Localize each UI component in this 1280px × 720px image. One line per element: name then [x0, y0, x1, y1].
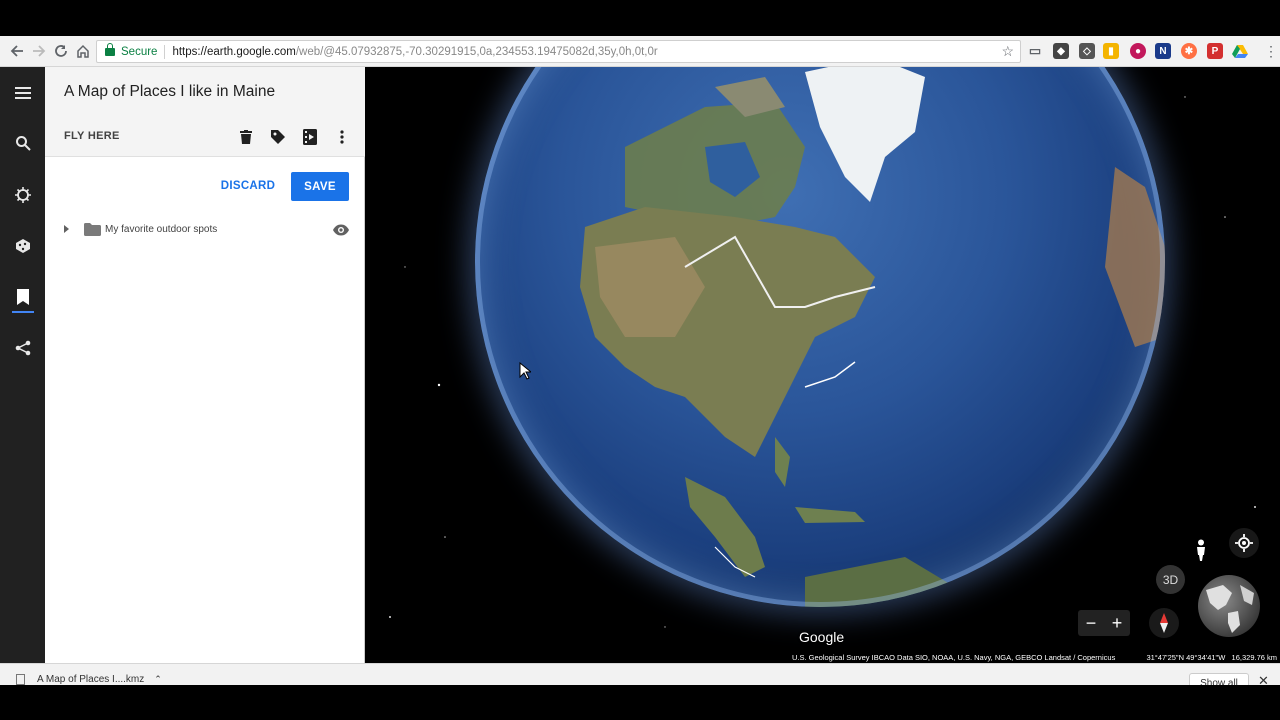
extension-red-icon[interactable]: ● — [1130, 43, 1146, 59]
globe-landmasses — [475, 67, 1165, 607]
feeling-lucky-icon[interactable] — [0, 231, 45, 261]
folder-label: My favorite outdoor spots — [105, 224, 218, 235]
pegman-icon[interactable] — [1186, 535, 1216, 565]
secure-label: Secure — [121, 45, 158, 58]
folder-icon — [84, 223, 101, 236]
3d-toggle-button[interactable]: 3D — [1156, 565, 1185, 594]
bookmark-star-icon[interactable]: ☆ — [1001, 43, 1014, 60]
fly-here-button[interactable]: FLY HERE — [64, 130, 120, 142]
label-tag-icon[interactable] — [268, 127, 288, 147]
omnibox-separator — [164, 44, 166, 59]
onenote-icon[interactable]: N — [1155, 43, 1171, 59]
delete-icon[interactable] — [236, 127, 256, 147]
chevron-up-icon[interactable]: ⌃ — [154, 674, 162, 685]
expand-arrow-icon[interactable] — [64, 225, 69, 233]
cast-icon[interactable]: ▭ — [1027, 43, 1043, 59]
folder-row[interactable]: My favorite outdoor spots — [45, 217, 365, 243]
pdf-icon[interactable]: P — [1207, 43, 1223, 59]
project-panel: A Map of Places I like in Maine FLY HERE… — [45, 67, 365, 663]
extension-orange-icon[interactable]: ✱ — [1181, 43, 1197, 59]
globe-viewport[interactable]: Google 3D − + U.S. Geological Survey IBC… — [365, 67, 1280, 663]
project-header: A Map of Places I like in Maine FLY HERE — [45, 67, 365, 157]
download-filename: A Map of Places I....kmz — [37, 674, 145, 685]
chrome-menu-icon[interactable]: ⋮ — [1260, 40, 1280, 62]
close-downloads-icon[interactable]: ✕ — [1258, 673, 1269, 685]
search-icon[interactable] — [0, 128, 45, 158]
top-black-strip — [0, 0, 1280, 36]
more-options-icon[interactable] — [332, 127, 352, 147]
slideshow-icon[interactable] — [300, 127, 320, 147]
file-icon — [16, 674, 25, 685]
address-bar[interactable]: Secure https://earth.google.com/web/@45.… — [96, 40, 1021, 63]
zoom-controls: − + — [1078, 610, 1130, 636]
map-attribution: U.S. Geological Survey IBCAO Data SIO, N… — [789, 652, 1119, 663]
zoom-out-button[interactable]: − — [1086, 613, 1097, 634]
drive-icon[interactable] — [1232, 43, 1248, 59]
url-path: /web/@45.07932875,-70.30291915,0a,234553… — [295, 45, 658, 58]
coords-and-scale: 31°47'25"N 49°34'41"W 16,329.76 km — [1143, 652, 1280, 663]
url-host: https://earth.google.com — [172, 45, 296, 58]
screen: Secure https://earth.google.com/web/@45.… — [0, 0, 1280, 720]
browser-toolbar: Secure https://earth.google.com/web/@45.… — [0, 36, 1280, 67]
download-item[interactable]: A Map of Places I....kmz ⌃ — [16, 674, 162, 685]
forward-icon[interactable] — [28, 40, 50, 62]
extension-bars-icon[interactable]: ▮ — [1103, 43, 1119, 59]
mouse-cursor-icon — [519, 362, 531, 380]
downloads-bar: A Map of Places I....kmz ⌃ Show all ✕ — [0, 663, 1280, 685]
home-icon[interactable] — [72, 40, 94, 62]
back-icon[interactable] — [6, 40, 28, 62]
earth-globe[interactable] — [475, 67, 1165, 607]
visibility-eye-icon[interactable] — [332, 223, 350, 237]
compass-icon[interactable] — [1149, 608, 1179, 638]
lock-icon — [105, 42, 115, 56]
active-rail-indicator — [12, 311, 34, 313]
zoom-in-button[interactable]: + — [1112, 613, 1123, 634]
project-title[interactable]: A Map of Places I like in Maine — [64, 83, 275, 101]
mini-globe-land — [1206, 585, 1254, 633]
save-button[interactable]: SAVE — [291, 172, 349, 201]
mini-globe-map[interactable] — [1198, 575, 1260, 637]
extension-badge-icon[interactable]: ◇ — [1079, 43, 1095, 59]
projects-icon[interactable] — [0, 282, 45, 312]
scale-readout: 16,329.76 km — [1231, 653, 1277, 662]
bottom-black-strip — [0, 685, 1280, 720]
left-nav-rail — [0, 67, 45, 663]
cursor-coordinates: 31°47'25"N 49°34'41"W — [1146, 653, 1226, 662]
extension-shield-icon[interactable]: ◆ — [1053, 43, 1069, 59]
url-text: https://earth.google.com/web/@45.0793287… — [172, 46, 657, 58]
voyager-icon[interactable] — [0, 180, 45, 210]
attribution-text: U.S. Geological Survey IBCAO Data SIO, N… — [792, 653, 1116, 662]
show-all-button[interactable]: Show all — [1189, 673, 1249, 685]
my-location-icon[interactable] — [1229, 528, 1259, 558]
menu-icon[interactable] — [0, 78, 45, 108]
discard-button[interactable]: DISCARD — [220, 174, 276, 198]
google-logo: Google — [799, 629, 845, 645]
reload-icon[interactable] — [50, 40, 72, 62]
share-icon[interactable] — [0, 333, 45, 363]
